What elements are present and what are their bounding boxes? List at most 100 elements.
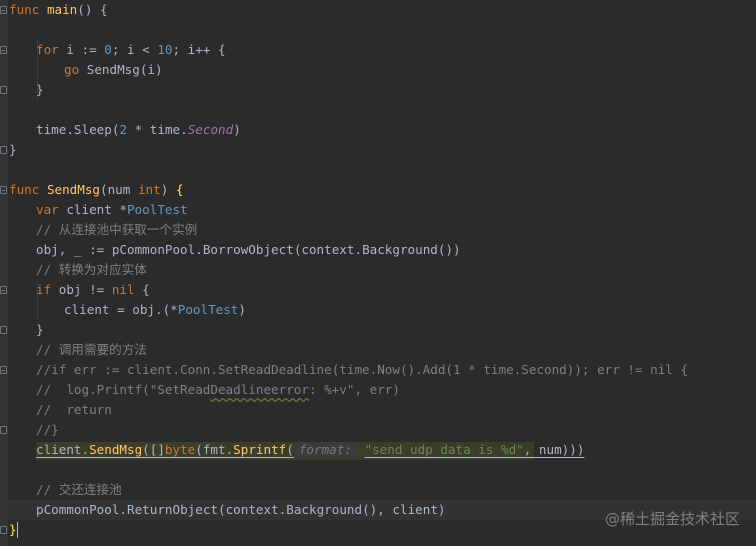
code-comment[interactable]: //} xyxy=(36,420,59,440)
method-call: Sleep xyxy=(73,122,112,137)
code-line[interactable]: func SendMsg(num int) { xyxy=(9,180,183,200)
code-token: ) xyxy=(233,122,241,137)
code-comment[interactable]: // 从连接池中获取一个实例 xyxy=(36,220,197,240)
code-token: (context. xyxy=(293,242,363,257)
comment-token: : %+v", err) xyxy=(308,382,400,397)
code-token: i := xyxy=(58,42,105,57)
fold-end-icon[interactable] xyxy=(0,426,7,434)
matched-brace: } xyxy=(9,522,17,537)
keyword-func: func xyxy=(9,182,40,197)
code-token: (fmt. xyxy=(195,442,234,457)
watermark: @稀土掘金技术社区 xyxy=(604,510,740,528)
code-line[interactable]: client = obj.(*PoolTest) xyxy=(64,300,246,320)
fold-marker-icon[interactable] xyxy=(0,46,7,54)
keyword-if: if xyxy=(36,282,52,297)
code-token: client = obj.(* xyxy=(64,302,178,317)
code-token: obj != xyxy=(51,282,112,297)
code-line[interactable]: func main() { xyxy=(9,0,108,20)
keyword-go: go xyxy=(64,62,80,77)
number-literal: 10 xyxy=(157,42,173,57)
type-byte: byte xyxy=(164,442,196,457)
code-line[interactable]: client.SendMsg([]byte(fmt.Sprintf(format… xyxy=(36,440,584,460)
constant-name: Second xyxy=(187,122,234,137)
method-call: Sprintf xyxy=(233,442,287,457)
code-comment[interactable]: //if err := client.Conn.SetReadDeadline(… xyxy=(36,360,688,380)
fold-end-icon[interactable] xyxy=(0,326,7,334)
code-token: ) xyxy=(160,182,176,197)
string-literal: "send udp data is %d" xyxy=(364,442,524,457)
matched-brace: { xyxy=(175,182,184,197)
code-comment[interactable]: // 调用需要的方法 xyxy=(36,340,147,360)
code-line[interactable]: } xyxy=(9,140,17,160)
fold-end-icon[interactable] xyxy=(0,526,7,534)
code-editor[interactable]: func main() { for i := 0; i < 10; i++ { … xyxy=(0,0,756,546)
code-line[interactable]: pCommonPool.ReturnObject(context.Backgro… xyxy=(36,500,445,520)
code-line[interactable]: for i := 0; i < 10; i++ { xyxy=(36,40,226,60)
editor-gutter xyxy=(0,0,8,546)
method-call: Background xyxy=(286,502,363,517)
function-name: main xyxy=(46,2,78,17)
code-token: SendMsg(i) xyxy=(79,62,163,77)
code-line[interactable]: go SendMsg(i) xyxy=(64,60,163,80)
comment-token: // log.Printf("SetRead xyxy=(36,382,211,397)
type-int: int xyxy=(137,182,161,197)
code-token: , num))) xyxy=(523,442,585,457)
code-token: client * xyxy=(58,202,127,217)
fold-marker-icon[interactable] xyxy=(0,366,7,374)
code-token: ([] xyxy=(142,442,165,457)
code-token: client. xyxy=(36,442,90,457)
code-line[interactable]: obj, _ := pCommonPool.BorrowObject(conte… xyxy=(36,240,461,260)
keyword-func: func xyxy=(9,2,40,17)
code-token: } xyxy=(36,82,44,97)
method-call: SendMsg xyxy=(89,442,143,457)
code-token: ()) xyxy=(437,242,461,257)
code-comment[interactable]: // log.Printf("SetReadDeadlineerror: %+v… xyxy=(36,380,400,400)
fold-end-icon[interactable] xyxy=(0,86,7,94)
code-comment[interactable]: // 交还连接池 xyxy=(36,480,122,500)
code-token: ( xyxy=(286,442,294,457)
code-line[interactable]: time.Sleep(2 * time.Second) xyxy=(36,120,241,140)
method-call: Background xyxy=(362,242,438,257)
code-line[interactable]: var client *PoolTest xyxy=(36,200,188,220)
keyword-var: var xyxy=(36,202,59,217)
code-comment[interactable]: // return xyxy=(36,400,112,420)
fold-marker-icon[interactable] xyxy=(0,286,7,294)
keyword-nil: nil xyxy=(111,282,135,297)
code-token: obj, _ := pCommonPool. xyxy=(36,242,203,257)
type-name: PoolTest xyxy=(127,202,188,217)
code-token: (), client) xyxy=(362,502,446,517)
code-token: ; i < xyxy=(111,42,158,57)
fold-marker-icon[interactable] xyxy=(0,186,7,194)
code-line[interactable]: } xyxy=(36,320,44,340)
code-token: } xyxy=(9,142,17,157)
keyword-for: for xyxy=(36,42,59,57)
text-caret xyxy=(17,522,18,538)
code-line[interactable]: } xyxy=(36,80,44,100)
code-token: (context. xyxy=(218,502,287,517)
code-line[interactable]: } xyxy=(9,520,17,540)
method-call: ReturnObject xyxy=(127,502,218,517)
code-token: { xyxy=(134,282,150,297)
fold-marker-icon[interactable] xyxy=(0,6,7,14)
code-token: ; i++ { xyxy=(172,42,226,57)
code-token: (num xyxy=(100,182,138,197)
code-token: ) xyxy=(238,302,246,317)
function-name: SendMsg xyxy=(46,182,101,197)
code-token: () { xyxy=(77,2,108,17)
code-token: } xyxy=(36,322,44,337)
code-token: time. xyxy=(36,122,74,137)
number-literal: 0 xyxy=(104,42,112,57)
fold-end-icon[interactable] xyxy=(0,146,7,154)
method-call: BorrowObject xyxy=(202,242,294,257)
code-line[interactable]: if obj != nil { xyxy=(36,280,150,300)
code-token: * time. xyxy=(127,122,188,137)
parameter-hint: format: xyxy=(295,442,355,458)
code-comment[interactable]: // 转换为对应实体 xyxy=(36,260,147,280)
type-name: PoolTest xyxy=(177,302,239,317)
number-literal: 2 xyxy=(119,122,128,137)
code-token: pCommonPool. xyxy=(36,502,127,517)
typo-highlight: Deadlineerror xyxy=(210,382,309,397)
